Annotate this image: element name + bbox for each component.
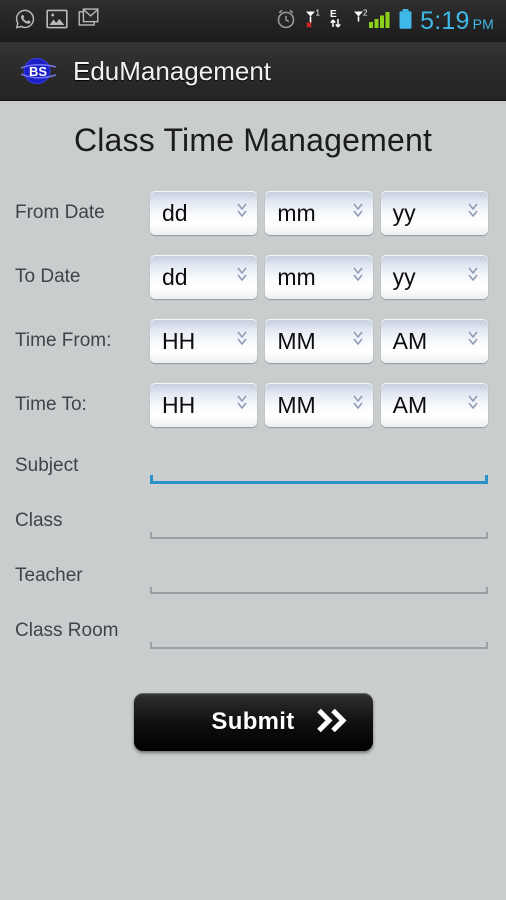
page-title: Class Time Management <box>73 122 433 158</box>
from-date-fields: dd mm yy <box>150 191 506 235</box>
form-row-from-date: From Date dd mm yy <box>0 181 506 245</box>
class-input[interactable] <box>150 507 488 547</box>
spinner-value: yy <box>392 199 416 226</box>
label-time-to: Time To: <box>15 394 87 415</box>
chevron-down-icon <box>353 395 363 418</box>
label-class: Class <box>15 510 63 531</box>
form-row-time-from: Time From: HH MM AM <box>0 309 506 373</box>
spinner-value: AM <box>392 391 428 418</box>
spinner-value: mm <box>277 263 316 290</box>
svg-text:2: 2 <box>363 8 368 17</box>
clock-ampm: PM <box>472 15 494 32</box>
label-from-date: From Date <box>15 202 105 223</box>
status-bar-clock: 5:19 PM <box>420 7 494 36</box>
spinner-value: AM <box>392 327 428 354</box>
spinner-value: mm <box>277 199 316 226</box>
form-row-teacher: Teacher <box>0 547 506 602</box>
time-to-minute-spinner[interactable]: MM <box>265 383 373 427</box>
time-from-meridiem-spinner[interactable]: AM <box>380 319 488 363</box>
time-from-minute-spinner[interactable]: MM <box>265 319 373 363</box>
whatsapp-icon <box>14 8 36 35</box>
spinner-value: MM <box>277 391 316 418</box>
spinner-value: HH <box>162 391 196 418</box>
time-from-hour-spinner[interactable]: HH <box>150 319 258 363</box>
chevron-down-icon <box>237 203 247 226</box>
form-row-class-room: Class Room <box>0 602 506 657</box>
submit-button[interactable]: Submit <box>133 693 373 751</box>
time-from-fields: HH MM AM <box>150 319 506 363</box>
chevron-down-icon <box>353 331 363 354</box>
label-subject: Subject <box>15 455 79 476</box>
status-bar-system: 1 E 2 5:19 PM <box>275 7 506 36</box>
label-teacher: Teacher <box>15 565 83 586</box>
time-to-hour-spinner[interactable]: HH <box>150 383 258 427</box>
sim1-no-service-icon: 1 <box>304 8 323 35</box>
spinner-value: HH <box>162 327 196 354</box>
submit-button-wrapper: Submit <box>0 693 506 751</box>
svg-text:E: E <box>330 9 337 20</box>
teacher-input[interactable] <box>150 562 488 602</box>
from-date-day-spinner[interactable]: dd <box>150 191 258 235</box>
gmail-icon <box>78 8 99 34</box>
chevron-down-icon <box>468 395 478 418</box>
alarm-clock-icon <box>275 8 297 35</box>
edge-data-icon: E <box>330 8 346 35</box>
form-row-subject: Subject <box>0 437 506 492</box>
chevron-down-icon <box>353 203 363 226</box>
gallery-icon <box>46 9 68 34</box>
submit-button-label: Submit <box>211 708 295 735</box>
chevron-down-icon <box>353 267 363 290</box>
to-date-day-spinner[interactable]: dd <box>150 255 258 299</box>
class-room-input[interactable] <box>150 617 488 657</box>
to-date-year-spinner[interactable]: yy <box>380 255 488 299</box>
double-chevron-right-icon <box>316 708 351 737</box>
chevron-down-icon <box>468 331 478 354</box>
form-row-class: Class <box>0 492 506 547</box>
chevron-down-icon <box>468 267 478 290</box>
chevron-down-icon <box>237 395 247 418</box>
from-date-year-spinner[interactable]: yy <box>380 191 488 235</box>
input-underline <box>150 642 488 649</box>
spinner-value: MM <box>277 327 316 354</box>
action-bar: BS EduManagement <box>0 42 506 101</box>
time-to-fields: HH MM AM <box>150 383 506 427</box>
input-underline <box>150 532 488 539</box>
sim2-signal-icon: 2 <box>353 8 391 35</box>
label-time-from: Time From: <box>15 330 112 351</box>
label-to-date: To Date <box>15 266 81 287</box>
battery-icon <box>398 7 413 36</box>
subject-input[interactable] <box>150 452 488 492</box>
spinner-value: dd <box>162 263 188 290</box>
input-underline <box>150 475 488 484</box>
input-underline <box>150 587 488 594</box>
form-row-to-date: To Date dd mm yy <box>0 245 506 309</box>
spinner-value: dd <box>162 199 188 226</box>
spinner-value: yy <box>392 263 416 290</box>
label-class-room: Class Room <box>15 620 119 641</box>
clock-time: 5:19 <box>420 6 470 35</box>
to-date-fields: dd mm yy <box>150 255 506 299</box>
status-bar-notifications <box>0 8 99 35</box>
from-date-month-spinner[interactable]: mm <box>265 191 373 235</box>
to-date-month-spinner[interactable]: mm <box>265 255 373 299</box>
svg-text:1: 1 <box>316 8 321 17</box>
chevron-down-icon <box>468 203 478 226</box>
status-bar: 1 E 2 5:19 PM <box>0 0 506 42</box>
form-row-time-to: Time To: HH MM AM <box>0 373 506 437</box>
chevron-down-icon <box>237 331 247 354</box>
phone-screen: 1 E 2 5:19 PM BS EduManagement Class Tim… <box>0 0 506 900</box>
svg-text:BS: BS <box>29 64 47 79</box>
chevron-down-icon <box>237 267 247 290</box>
app-logo-icon[interactable]: BS <box>18 54 60 88</box>
content-area: Class Time Management From Date dd mm yy… <box>0 101 506 900</box>
class-time-form: From Date dd mm yy To Date dd mm yy Time… <box>0 181 506 751</box>
app-title: EduManagement <box>73 55 272 86</box>
time-to-meridiem-spinner[interactable]: AM <box>380 383 488 427</box>
